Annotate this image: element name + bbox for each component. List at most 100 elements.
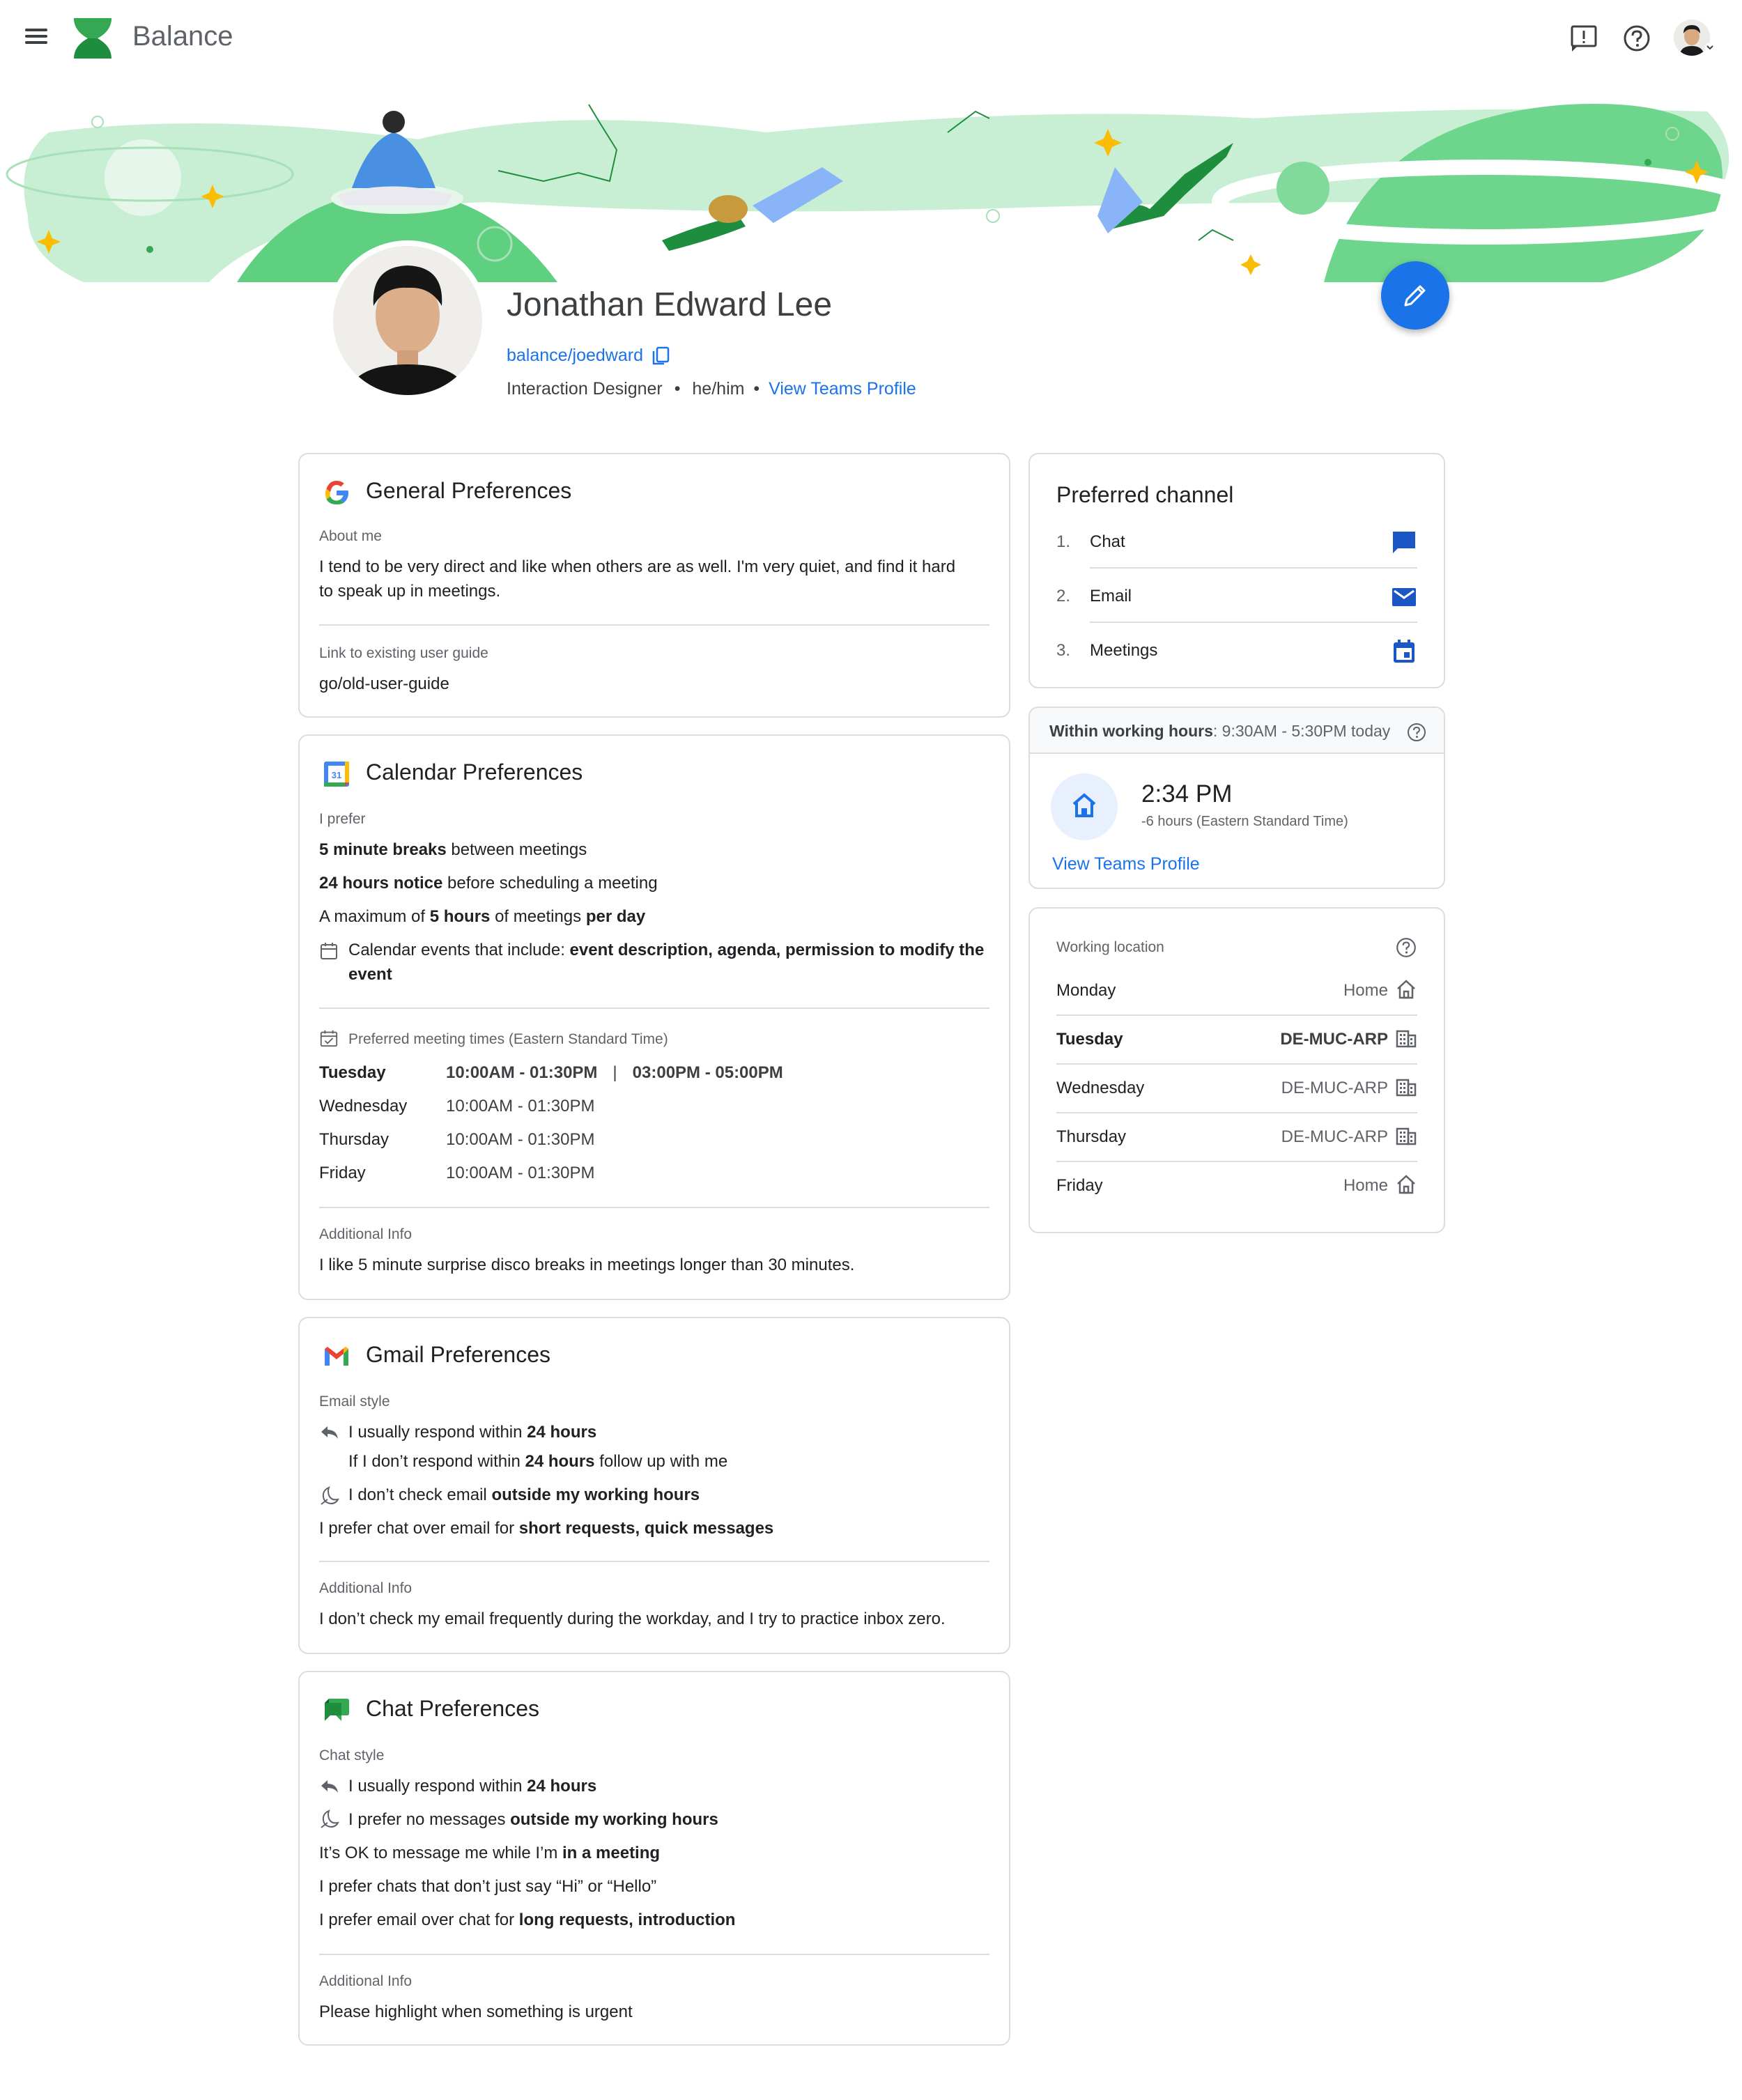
help-icon[interactable]	[1395, 936, 1417, 959]
meeting-time-range: 10:00AM - 01:30PM	[446, 1097, 595, 1115]
help-icon[interactable]	[1406, 722, 1427, 743]
home-icon	[1397, 980, 1415, 999]
building-icon	[1396, 1079, 1417, 1097]
profile-meta: Interaction Designer • he/him • View Tea…	[507, 379, 916, 399]
additional-info-label: Additional Info	[319, 1973, 413, 1989]
do-not-disturb-moon-icon	[321, 1809, 339, 1828]
general-preferences-title: General Preferences	[366, 478, 572, 503]
meeting-time-range: 10:00AM - 01:30PM	[446, 1164, 595, 1182]
meeting-time-day: Wednesday	[319, 1097, 408, 1115]
chat-preferences-title: Chat Preferences	[366, 1696, 540, 1721]
additional-info-label: Additional Info	[319, 1226, 413, 1242]
gmail-pref-response: I usually respond within 24 hours	[348, 1423, 597, 1442]
user-guide-label: Link to existing user guide	[319, 645, 488, 661]
building-icon	[1396, 1127, 1417, 1145]
profile-handle[interactable]: balance/joedward	[507, 346, 643, 366]
meeting-time-range: 10:00AM - 01:30PM	[446, 1130, 595, 1149]
balance-logo-icon	[74, 18, 111, 59]
top-app-bar: Balance	[0, 0, 1742, 77]
mail-icon	[1392, 588, 1416, 606]
view-teams-profile-link[interactable]: View Teams Profile	[1052, 854, 1200, 874]
local-time: 2:34 PM	[1141, 780, 1233, 808]
additional-info-value: Please highlight when something is urgen…	[319, 2002, 633, 2021]
additional-info-label: Additional Info	[319, 1580, 413, 1596]
general-preferences-card: General Preferences About me I tend to b…	[298, 453, 1010, 718]
gmail-pref-followup: If I don’t respond within 24 hours follo…	[348, 1452, 728, 1471]
time-offset: -6 hours (Eastern Standard Time)	[1141, 814, 1348, 829]
profile-handle-link[interactable]: balance/joedward	[507, 346, 670, 366]
chat-icon	[1393, 532, 1415, 553]
i-prefer-label: I prefer	[319, 811, 366, 827]
location-row-thursday: Thursday DE-MUC-ARP	[1056, 1113, 1417, 1162]
additional-info-value: I don’t check my email frequently during…	[319, 1609, 946, 1628]
additional-info-value: I like 5 minute surprise disco breaks in…	[319, 1256, 855, 1274]
divider	[319, 1207, 989, 1208]
location-row-monday: Monday Home	[1056, 967, 1417, 1016]
about-me-line-2: to speak up in meetings.	[319, 582, 501, 601]
about-me-line-1: I tend to be very direct and like when o…	[319, 557, 956, 576]
about-me-label: About me	[319, 528, 382, 544]
chat-pref-in-meeting: It’s OK to message me while I’m in a mee…	[319, 1844, 661, 1862]
calendar-pref-breaks: 5 minute breaks between meetings	[319, 840, 587, 859]
chat-pref-response: I usually respond within 24 hours	[348, 1777, 597, 1796]
calendar-preferences-card: 31 Calendar Preferences I prefer 5 minut…	[298, 734, 1010, 1300]
gmail-preferences-title: Gmail Preferences	[366, 1342, 550, 1367]
chat-preferences-card: Chat Preferences Chat style I usually re…	[298, 1671, 1010, 2046]
email-style-label: Email style	[319, 1393, 390, 1410]
gmail-pref-chat-over-email: I prefer chat over email for short reque…	[319, 1519, 774, 1538]
working-location-card: Working location Monday Home Tuesday DE-…	[1028, 907, 1445, 1233]
view-teams-profile-link[interactable]: View Teams Profile	[769, 379, 916, 399]
calendar-edit-icon	[321, 943, 337, 959]
chevron-down-icon[interactable]	[1704, 43, 1716, 52]
channel-item-meetings: 3. Meetings	[1056, 624, 1417, 677]
reply-icon	[321, 1780, 338, 1793]
working-location-label: Working location	[1056, 939, 1164, 955]
calendar-pref-notice: 24 hours notice before scheduling a meet…	[319, 874, 658, 893]
preferred-meeting-times-label: Preferred meeting times (Eastern Standar…	[348, 1031, 668, 1047]
google-chat-icon	[325, 1699, 349, 1721]
profile-banner-illustration	[6, 104, 1742, 282]
divider	[319, 1561, 989, 1562]
google-icon	[325, 481, 348, 504]
svg-text:31: 31	[332, 770, 341, 780]
working-hours-card: Within working hours: 9:30AM - 5:30PM to…	[1028, 707, 1445, 889]
calendar-pref-max-hours: A maximum of 5 hours of meetings per day	[319, 907, 646, 926]
help-icon[interactable]	[1622, 24, 1651, 53]
profile-photo	[327, 240, 488, 401]
meeting-time-range: 10:00AM - 01:30PM | 03:00PM - 05:00PM	[446, 1063, 783, 1082]
location-row-wednesday: Wednesday DE-MUC-ARP	[1056, 1065, 1417, 1113]
divider	[319, 1007, 989, 1009]
event-available-icon	[320, 1030, 338, 1047]
building-icon	[1396, 1030, 1417, 1048]
do-not-disturb-moon-icon	[321, 1486, 339, 1505]
google-calendar-icon: 31	[324, 762, 349, 787]
channel-item-email: 2. Email	[1056, 570, 1417, 623]
reply-icon	[321, 1426, 338, 1439]
profile-name: Jonathan Edward Lee	[507, 286, 833, 323]
menu-icon[interactable]	[25, 25, 50, 50]
chat-style-label: Chat style	[319, 1747, 385, 1763]
home-icon	[1072, 793, 1096, 817]
preferred-channel-title: Preferred channel	[1056, 482, 1234, 507]
profile-role: Interaction Designer	[507, 379, 663, 399]
chat-pref-working-hours: I prefer no messages outside my working …	[348, 1810, 718, 1829]
user-guide-value: go/old-user-guide	[319, 674, 449, 693]
home-icon	[1397, 1175, 1415, 1194]
calendar-preferences-title: Calendar Preferences	[366, 759, 583, 785]
edit-profile-button[interactable]	[1381, 261, 1449, 330]
gmail-icon	[325, 1347, 348, 1366]
meeting-time-day: Thursday	[319, 1130, 390, 1149]
channel-item-chat: 1. Chat	[1056, 516, 1417, 569]
copy-icon[interactable]	[652, 346, 670, 366]
gmail-preferences-card: Gmail Preferences Email style I usually …	[298, 1317, 1010, 1654]
divider	[319, 624, 989, 626]
app-title: Balance	[132, 21, 233, 52]
chat-pref-greetings: I prefer chats that don’t just say “Hi” …	[319, 1877, 657, 1896]
preferred-channel-card: Preferred channel 1. Chat 2. Email 3. Me…	[1028, 453, 1445, 688]
chat-pref-email-over-chat: I prefer email over chat for long reques…	[319, 1910, 736, 1929]
meeting-time-day: Friday	[319, 1164, 366, 1182]
profile-pronouns: he/him	[692, 379, 745, 399]
home-status-avatar	[1051, 773, 1118, 840]
calendar-pref-event-details: Calendar events that include: event desc…	[348, 941, 985, 959]
feedback-icon[interactable]	[1569, 24, 1598, 53]
